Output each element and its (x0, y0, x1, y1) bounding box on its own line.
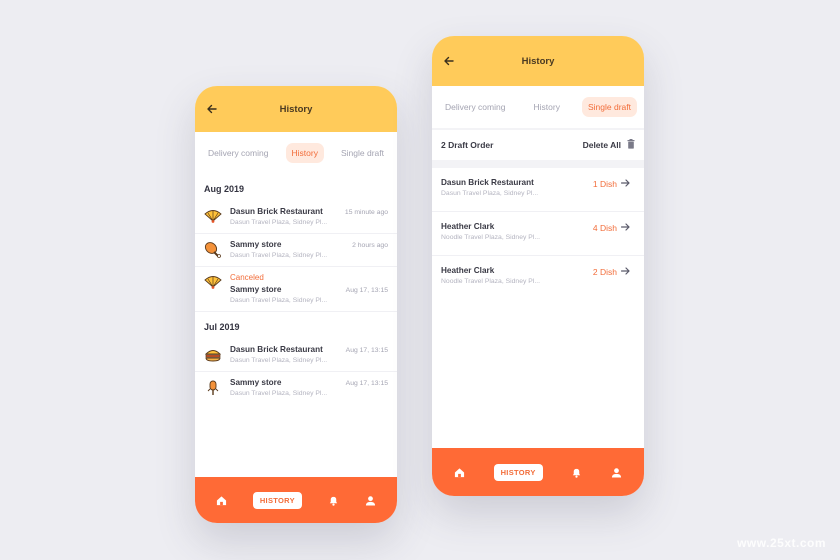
store-address: Dasun Travel Plaza, Sidney Pl... (230, 390, 328, 397)
list-item[interactable]: Sammy store Dasun Travel Plaza, Sidney P… (195, 372, 397, 404)
header: History (432, 36, 644, 86)
draft-count: 2 Draft Order (441, 140, 494, 150)
store-address: Dasun Travel Plaza, Sidney Pl... (441, 190, 539, 197)
back-arrow-icon[interactable] (442, 54, 456, 68)
list-item[interactable]: Canceled Sammy store Dasun Travel Plaza,… (195, 267, 397, 312)
list-item[interactable]: Dasun Brick Restaurant Dasun Travel Plaz… (432, 168, 644, 212)
history-list: Aug 2019 Dasun Brick Restaurant Dasun Tr… (195, 174, 397, 477)
bell-icon[interactable] (570, 466, 582, 478)
order-time: Aug 17, 13:15 (345, 287, 388, 294)
back-arrow-icon[interactable] (205, 102, 219, 116)
tab-delivery-coming[interactable]: Delivery coming (202, 143, 274, 163)
dish-count[interactable]: 4 Dish (593, 223, 630, 233)
page-title: History (279, 103, 313, 115)
order-time: 2 hours ago (352, 242, 388, 249)
store-address: Noodle Travel Plaza, Sidney Pl... (441, 278, 540, 285)
tab-history[interactable]: History (528, 97, 566, 117)
arrow-right-icon (620, 267, 630, 277)
arrow-right-icon (620, 179, 630, 189)
ice-cream-icon (204, 379, 222, 397)
tab-single-draft[interactable]: Single draft (335, 143, 390, 163)
store-address: Noodle Travel Plaza, Sidney Pl... (441, 234, 540, 241)
order-time: Aug 17, 13:15 (345, 380, 388, 387)
profile-icon[interactable] (610, 466, 622, 478)
list-item[interactable]: Heather Clark Noodle Travel Plaza, Sidne… (432, 256, 644, 300)
tab-delivery-coming[interactable]: Delivery coming (439, 97, 511, 117)
home-icon[interactable] (454, 466, 466, 478)
nav-history-button[interactable]: HISTORY (493, 463, 543, 481)
list-item[interactable]: Dasun Brick Restaurant Dasun Travel Plaz… (195, 339, 397, 372)
tab-bar: Delivery coming History Single draft (195, 132, 397, 174)
list-item[interactable]: Sammy store Dasun Travel Plaza, Sidney P… (195, 234, 397, 267)
list-item[interactable]: Dasun Brick Restaurant Dasun Travel Plaz… (195, 201, 397, 234)
draft-content: 2 Draft Order Delete All Dasun Brick Res… (432, 128, 644, 452)
history-screen-left: History Delivery coming History Single d… (195, 86, 397, 523)
status-badge: Canceled (230, 273, 264, 282)
dish-count-label: 1 Dish (592, 179, 617, 189)
draft-screen-right: History Delivery coming History Single d… (432, 36, 644, 496)
profile-icon[interactable] (364, 494, 376, 506)
watermark: www.25xt.com (737, 536, 826, 550)
bell-icon[interactable] (327, 494, 339, 506)
chicken-leg-icon (204, 241, 222, 259)
delete-all-label: Delete All (582, 140, 621, 150)
trash-icon (627, 139, 635, 151)
tab-bar: Delivery coming History Single draft (432, 86, 644, 128)
draft-list: Dasun Brick Restaurant Dasun Travel Plaz… (432, 168, 644, 452)
dish-count-label: 4 Dish (592, 223, 617, 233)
store-address: Dasun Travel Plaza, Sidney Pl... (230, 297, 328, 304)
arrow-right-icon (620, 223, 630, 233)
home-icon[interactable] (216, 494, 228, 506)
section-title: Aug 2019 (204, 184, 245, 194)
store-address: Dasun Travel Plaza, Sidney Pl... (230, 252, 328, 259)
tab-history[interactable]: History (285, 143, 324, 163)
tab-single-draft[interactable]: Single draft (581, 97, 637, 117)
draft-toolbar: 2 Draft Order Delete All (432, 130, 644, 160)
hand-fan-icon (204, 274, 222, 292)
order-time: Aug 17, 13:15 (345, 347, 388, 354)
list-item[interactable]: Heather Clark Noodle Travel Plaza, Sidne… (432, 212, 644, 256)
store-address: Dasun Travel Plaza, Sidney Pl... (230, 357, 328, 364)
page-title: History (521, 55, 555, 67)
header: History (195, 86, 397, 132)
dish-count[interactable]: 2 Dish (593, 267, 630, 277)
store-address: Dasun Travel Plaza, Sidney Pl... (230, 219, 328, 226)
order-time: 15 minute ago (344, 209, 388, 216)
bottom-nav: HISTORY (432, 448, 644, 496)
delete-all-button[interactable]: Delete All (583, 139, 635, 151)
dish-count[interactable]: 1 Dish (593, 179, 630, 189)
nav-history-button[interactable]: HISTORY (252, 491, 302, 509)
hand-fan-icon (204, 208, 222, 226)
dish-count-label: 2 Dish (592, 267, 617, 277)
bottom-nav: HISTORY (195, 477, 397, 523)
burger-icon (204, 346, 222, 364)
section-title: Jul 2019 (204, 322, 240, 332)
